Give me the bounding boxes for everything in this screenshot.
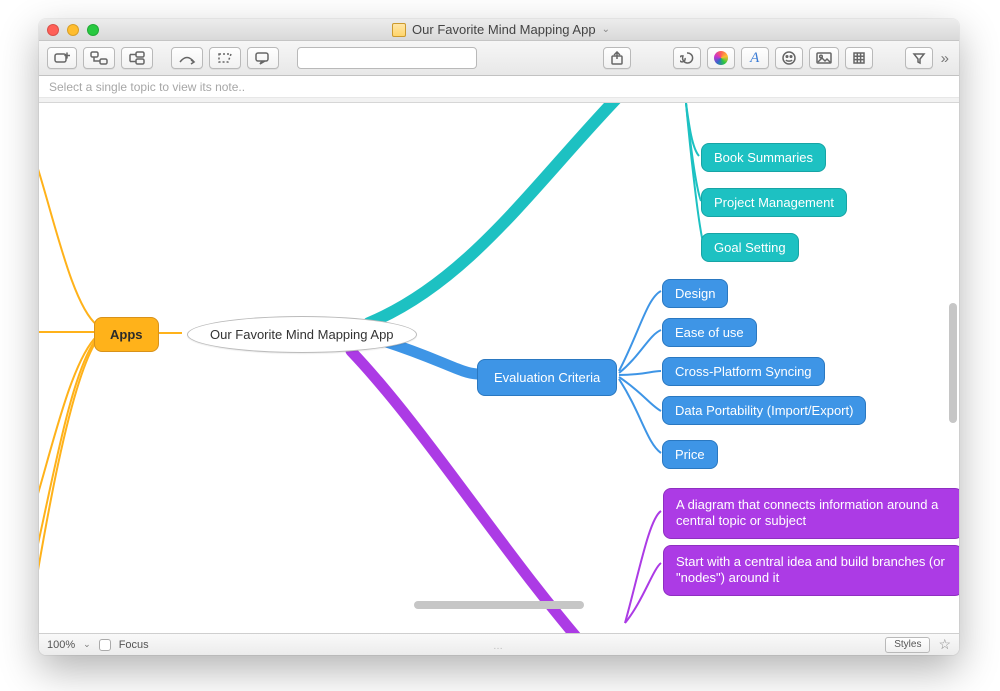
node-cross-platform-syncing[interactable]: Cross-Platform Syncing [662,357,825,386]
zoom-icon[interactable] [87,24,99,36]
node-apps[interactable]: Apps [94,317,159,352]
boundary-button[interactable] [209,47,241,69]
titlebar: Our Favorite Mind Mapping App ⌄ [39,19,959,41]
callout-button[interactable] [247,47,279,69]
vertical-scrollbar[interactable] [949,303,957,423]
new-topic-button[interactable] [47,47,77,69]
footer-handle-icon[interactable]: … [493,641,505,652]
overflow-icon[interactable]: » [939,50,951,67]
topic-text-input[interactable] [297,47,477,69]
node-price[interactable]: Price [662,440,718,469]
grid-button[interactable] [845,47,873,69]
chevron-down-icon: ⌄ [602,24,610,35]
zoom-menu-icon[interactable]: ⌄ [83,639,91,650]
node-howto[interactable]: Start with a central idea and build bran… [663,545,959,596]
node-ease-of-use[interactable]: Ease of use [662,318,757,347]
emoji-button[interactable] [775,47,803,69]
horizontal-scrollbar[interactable] [414,601,584,609]
window-controls [47,24,99,36]
filter-button[interactable] [905,47,933,69]
node-center[interactable]: Our Favorite Mind Mapping App [187,316,417,353]
note-bar[interactable]: Select a single topic to view its note.. [39,76,959,98]
share-button[interactable] [603,47,631,69]
toolbar: A » [39,41,959,76]
favorite-icon[interactable]: ☆ [938,636,951,653]
image-button[interactable] [809,47,839,69]
focus-checkbox[interactable] [99,639,111,651]
node-data-portability[interactable]: Data Portability (Import/Export) [662,396,866,425]
close-icon[interactable] [47,24,59,36]
document-icon [392,23,406,37]
node-design[interactable]: Design [662,279,728,308]
node-book-summaries[interactable]: Book Summaries [701,143,826,172]
app-window: Our Favorite Mind Mapping App ⌄ A » Sele… [39,19,959,655]
node-evaluation-criteria[interactable]: Evaluation Criteria [477,359,617,396]
node-goal-setting[interactable]: Goal Setting [701,233,799,262]
color-button[interactable] [707,47,735,69]
new-child-button[interactable] [83,47,115,69]
zoom-level[interactable]: 100% [47,639,75,651]
window-title[interactable]: Our Favorite Mind Mapping App ⌄ [99,22,903,37]
styles-button[interactable]: Styles [885,637,930,653]
focus-label: Focus [119,639,149,651]
new-sibling-button[interactable] [121,47,153,69]
relationship-button[interactable] [171,47,203,69]
node-definition[interactable]: A diagram that connects information arou… [663,488,959,539]
footer: 100% ⌄ Focus … Styles ☆ [39,633,959,655]
node-project-management[interactable]: Project Management [701,188,847,217]
window-title-text: Our Favorite Mind Mapping App [412,22,596,37]
note-placeholder: Select a single topic to view its note.. [49,80,245,94]
minimize-icon[interactable] [67,24,79,36]
style-swirl-button[interactable] [673,47,701,69]
mindmap-canvas[interactable]: Apps Our Favorite Mind Mapping App Evalu… [39,103,959,633]
font-button[interactable]: A [741,47,769,69]
color-wheel-icon [714,51,728,65]
